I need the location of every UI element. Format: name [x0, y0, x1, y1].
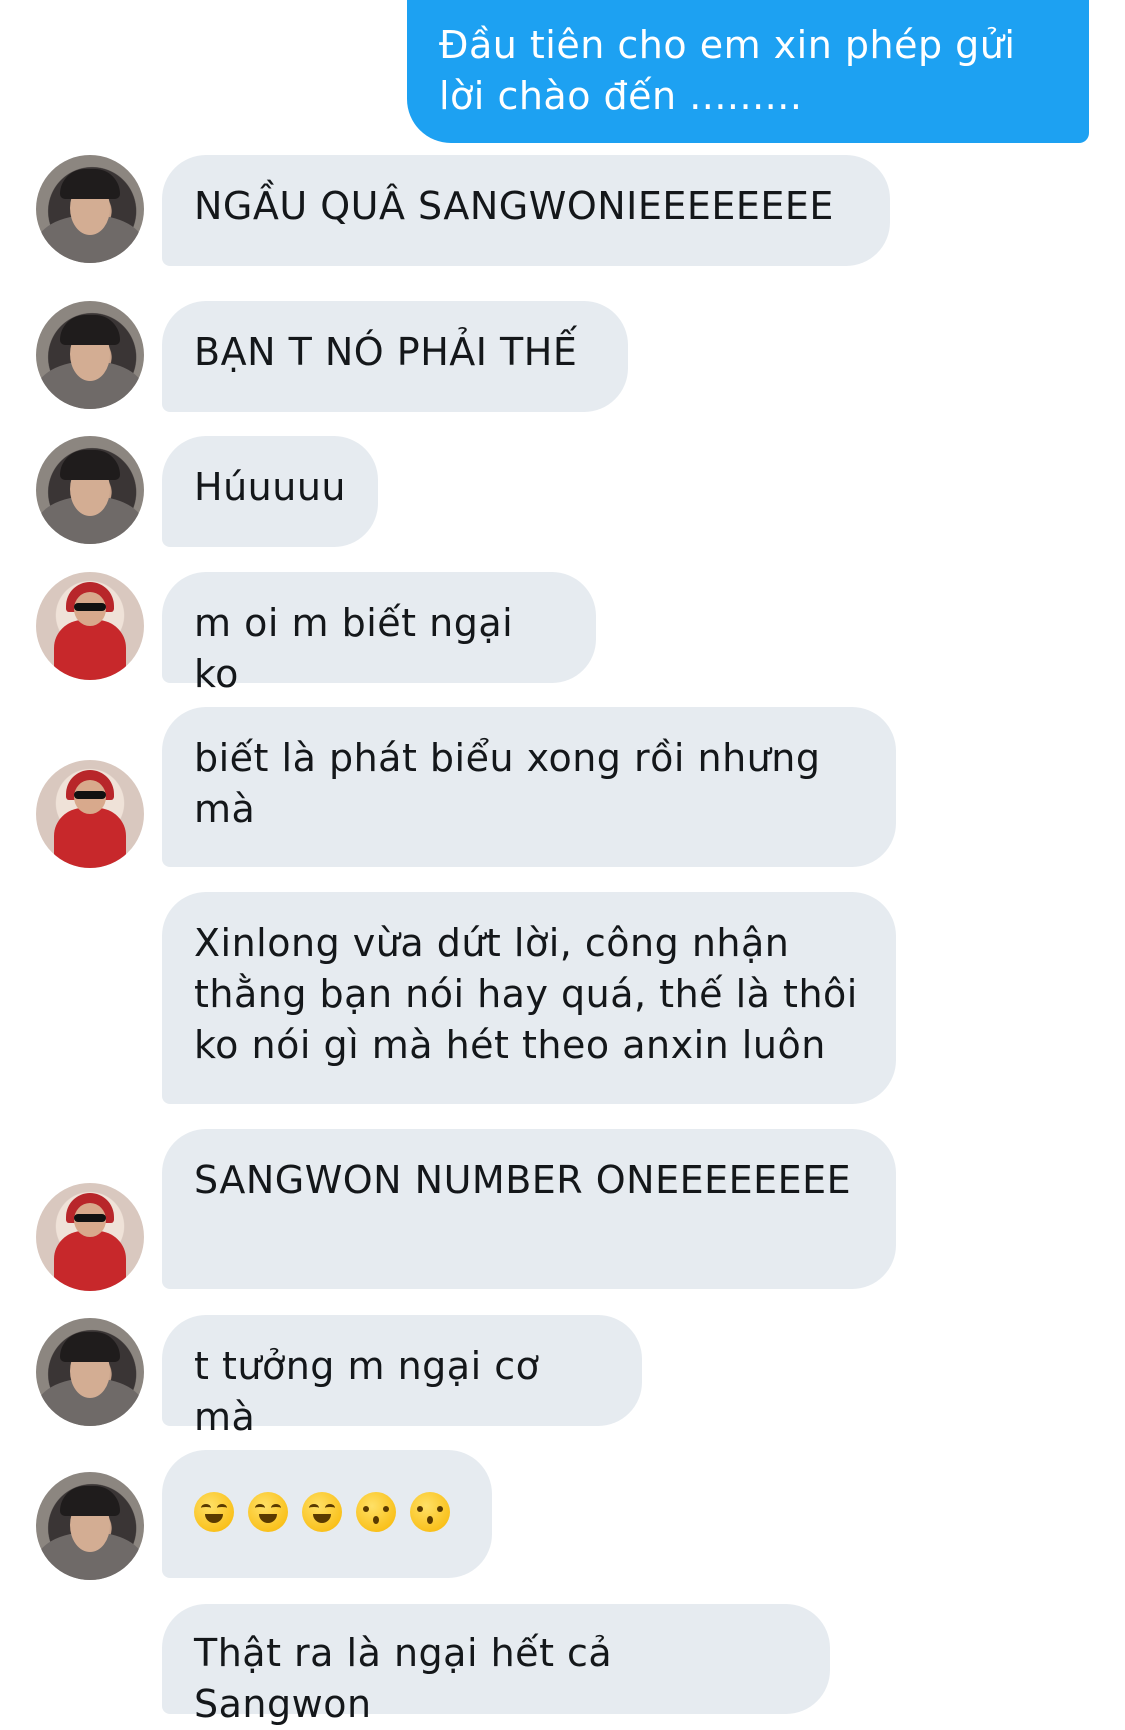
received-message[interactable]: SANGWON NUMBER ONEEEEEEEE — [162, 1129, 896, 1289]
message-text: biết là phát biểu xong rồi nhưng mà — [194, 736, 821, 831]
avatar[interactable] — [36, 1472, 144, 1580]
received-message[interactable]: BẠN T NÓ PHẢI THẾ — [162, 301, 628, 412]
avatar[interactable] — [36, 572, 144, 680]
kissing-emoji — [410, 1491, 450, 1532]
laughing-emoji — [194, 1491, 234, 1532]
laughing-emoji — [302, 1491, 342, 1532]
avatar[interactable] — [36, 436, 144, 544]
laughing-emoji — [248, 1491, 288, 1532]
message-text: Xinlong vừa dứt lời, công nhận thằng bạn… — [194, 921, 858, 1067]
received-message[interactable]: biết là phát biểu xong rồi nhưng mà — [162, 707, 896, 867]
avatar[interactable] — [36, 301, 144, 409]
message-text: NGẦU QUÂ SANGWONIEEEEEEEE — [194, 184, 834, 228]
message-text: t tưởng m ngại cơ mà — [194, 1344, 540, 1439]
avatar[interactable] — [36, 760, 144, 868]
emoji-row — [194, 1486, 460, 1537]
sent-message[interactable]: Đầu tiên cho em xin phép gửi lời chào đế… — [407, 0, 1089, 143]
received-message[interactable]: Thật ra là ngại hết cả Sangwon — [162, 1604, 830, 1726]
received-message[interactable]: Húuuuu — [162, 436, 378, 547]
message-text: Thật ra là ngại hết cả Sangwon — [194, 1631, 613, 1726]
kissing-emoji — [356, 1491, 396, 1532]
message-text: BẠN T NÓ PHẢI THẾ — [194, 330, 578, 374]
avatar[interactable] — [36, 1183, 144, 1291]
avatar[interactable] — [36, 1318, 144, 1426]
received-message[interactable]: Xinlong vừa dứt lời, công nhận thằng bạn… — [162, 892, 896, 1104]
message-text: Đầu tiên cho em xin phép gửi lời chào đế… — [439, 23, 1016, 118]
received-message[interactable] — [162, 1450, 492, 1578]
received-message[interactable]: t tưởng m ngại cơ mà — [162, 1315, 642, 1439]
avatar[interactable] — [36, 155, 144, 263]
message-text: m oi m biết ngại ko — [194, 601, 514, 696]
received-message[interactable]: NGẦU QUÂ SANGWONIEEEEEEEE — [162, 155, 890, 266]
message-text: SANGWON NUMBER ONEEEEEEEE — [194, 1158, 852, 1202]
received-message[interactable]: m oi m biết ngại ko — [162, 572, 596, 696]
message-text: Húuuuu — [194, 465, 346, 509]
